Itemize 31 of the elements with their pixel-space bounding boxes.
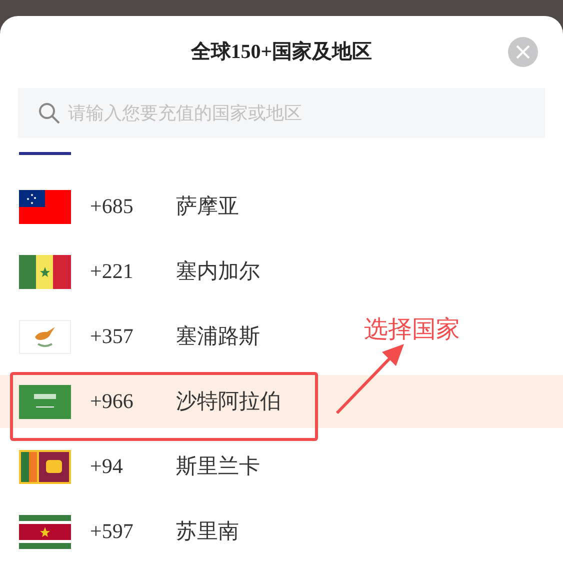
dial-code: +966	[90, 388, 134, 415]
country-row[interactable]: +966 沙特阿拉伯	[0, 375, 563, 428]
country-name: 沙特阿拉伯	[176, 388, 281, 415]
country-row[interactable]: +685 萨摩亚	[0, 180, 330, 233]
dial-code: +685	[90, 192, 134, 220]
country-row[interactable]: +597 苏里南	[0, 505, 330, 558]
country-row[interactable]: +221 塞内加尔	[0, 245, 330, 298]
flag-edge-icon	[19, 152, 71, 155]
annotation-label: 选择国家	[364, 314, 460, 345]
flag-icon	[19, 190, 71, 224]
flag-icon	[19, 320, 71, 354]
flag-icon	[19, 450, 71, 484]
flag-icon	[19, 254, 71, 288]
close-icon	[516, 45, 530, 59]
sheet-title: 全球150+国家及地区	[190, 40, 372, 65]
dial-code: +221	[90, 258, 134, 285]
flag-icon	[19, 514, 71, 548]
search-field[interactable]: 请输入您要充值的国家或地区	[18, 88, 545, 138]
close-button[interactable]	[508, 37, 538, 67]
dial-code: +357	[90, 322, 134, 350]
search-icon	[38, 102, 60, 124]
country-row[interactable]: +357 塞浦路斯	[0, 310, 330, 363]
country-name: 萨摩亚	[176, 192, 239, 220]
flag-icon	[19, 384, 71, 418]
dial-code: +597	[90, 518, 134, 545]
country-name: 塞内加尔	[176, 258, 260, 285]
country-name: 塞浦路斯	[176, 322, 260, 350]
dial-code: +94	[90, 452, 124, 480]
country-row[interactable]: +94 斯里兰卡	[0, 440, 330, 493]
country-name: 苏里南	[176, 518, 239, 545]
country-name: 斯里兰卡	[176, 452, 260, 480]
